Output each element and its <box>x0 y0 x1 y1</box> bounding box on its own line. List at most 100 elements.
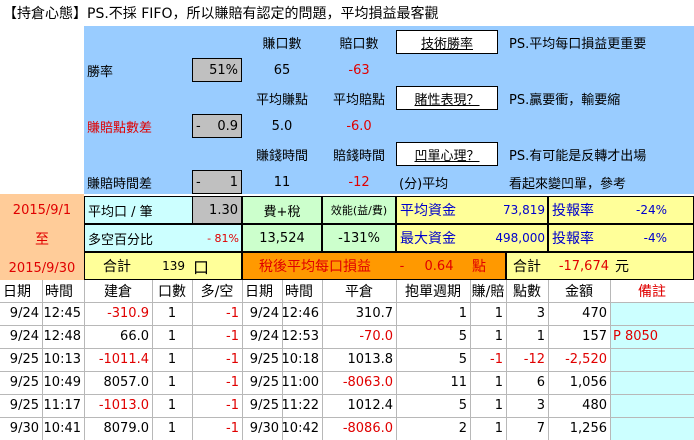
table-cell-pts: 6 <box>536 375 545 390</box>
loss-count-label: 賠口數 <box>339 36 379 52</box>
table-cell-lots: 1 <box>167 375 177 390</box>
roi-1: -24% <box>635 203 667 217</box>
table-cell-d2: 9/25 <box>249 398 279 413</box>
col-header: 時間 <box>285 284 313 300</box>
avg-win-pts: 5.0 <box>271 118 293 134</box>
table-cell-t2: 11:00 <box>282 375 319 390</box>
loss-count: -63 <box>348 62 370 78</box>
note-3: PS.有可能是反轉才出場 <box>509 148 647 164</box>
table-cell-wl: 1 <box>494 398 503 413</box>
table-cell-wl: 1 <box>494 306 503 321</box>
avg-win-pts-label: 平均賺點 <box>255 92 308 108</box>
table-cell-t2: 10:42 <box>282 421 319 436</box>
table-cell-period: 5 <box>458 398 467 413</box>
table-cell-open: -1011.4 <box>98 352 149 367</box>
table-cell-t2: 12:46 <box>282 306 319 321</box>
table-cell-note <box>610 302 694 325</box>
table-cell-d1: 9/24 <box>9 306 39 321</box>
table-cell-side: -1 <box>226 306 239 321</box>
table-cell-t2: 10:18 <box>282 352 319 367</box>
win-rate-label: 勝率 <box>87 64 114 80</box>
total-amount: -17,674 <box>558 258 609 274</box>
time-diff-value: 1 <box>213 170 242 194</box>
col-header: 口數 <box>158 284 186 300</box>
avg-capital: 73,819 <box>503 203 545 217</box>
efficiency: -131% <box>322 224 396 252</box>
after-tax-sign: - <box>399 258 405 274</box>
total-label-2: 合計 <box>513 259 541 275</box>
table-cell-t2: 12:53 <box>282 329 319 344</box>
table-cell-d1: 9/30 <box>9 421 39 436</box>
table-cell-t1: 12:45 <box>43 306 81 321</box>
table-cell-close: -8063.0 <box>342 375 393 390</box>
table-cell-period: 5 <box>458 329 467 344</box>
gamble-link[interactable]: 賭性表現？ <box>396 86 498 110</box>
table-cell-t1: 11:17 <box>43 398 81 413</box>
table-cell-lots: 1 <box>167 306 177 321</box>
table-cell-open: -1013.0 <box>98 398 149 413</box>
col-header: 平倉 <box>345 284 373 300</box>
roi-2: -4% <box>643 231 667 245</box>
table-cell-amt: 157 <box>582 329 607 344</box>
table-cell-side: -1 <box>226 352 239 367</box>
col-header: 多/空 <box>200 284 234 300</box>
pts-diff-sign: - <box>192 114 214 138</box>
efficiency-label: 效能(益/費) <box>322 196 396 224</box>
table-cell-close: 310.7 <box>355 306 393 321</box>
table-cell-side: -1 <box>226 398 239 413</box>
table-cell-note: P 8050 <box>613 329 659 344</box>
col-header: 建倉 <box>104 284 132 300</box>
col-header: 日期 <box>245 284 273 300</box>
avg-min-label: (分)平均 <box>399 176 449 192</box>
table-cell-d1: 9/25 <box>9 398 39 413</box>
table-cell-pts: -12 <box>523 352 545 367</box>
table-cell-d2: 9/30 <box>249 421 279 436</box>
table-cell-side: -1 <box>226 329 239 344</box>
table-cell-pts: 7 <box>536 421 545 436</box>
table-cell-period: 1 <box>458 306 467 321</box>
table-cell-side: -1 <box>226 375 239 390</box>
date-to: 至 <box>35 232 49 248</box>
table-cell-lots: 1 <box>167 329 177 344</box>
loss-time: -12 <box>348 174 370 190</box>
col-header: 時間 <box>45 284 73 300</box>
win-rate-value: 51% <box>192 58 242 82</box>
table-cell-note <box>610 348 694 371</box>
table-cell-t1: 10:49 <box>43 375 81 390</box>
pts-diff-label: 賺賠點數差 <box>87 120 153 136</box>
pts-unit: 點 <box>472 259 486 275</box>
max-capital: 498,000 <box>495 231 545 245</box>
col-header: 備註 <box>638 284 666 300</box>
long-short-value: - 81% <box>207 231 239 245</box>
table-cell-open: -310.9 <box>107 306 149 321</box>
table-cell-d1: 9/25 <box>9 375 39 390</box>
fee-tax-label: 費+稅 <box>242 196 322 224</box>
time-diff-sign: - <box>192 170 214 194</box>
table-cell-d2: 9/24 <box>249 306 279 321</box>
col-header: 抱單週期 <box>405 284 461 300</box>
date-end: 2015/9/30 <box>8 260 76 276</box>
col-header: 點數 <box>513 284 541 300</box>
table-cell-lots: 1 <box>167 398 177 413</box>
pts-diff-value: 0.9 <box>213 114 242 138</box>
avg-loss-pts-label: 平均賠點 <box>332 92 385 108</box>
after-tax-label: 稅後平均每口損益 <box>259 259 371 275</box>
table-cell-open: 66.0 <box>120 329 149 344</box>
table-cell-wl: 1 <box>494 421 503 436</box>
table-cell-t1: 10:13 <box>43 352 81 367</box>
table-cell-amt: 480 <box>582 398 607 413</box>
col-header: 賺/賠 <box>471 284 505 300</box>
sheet-title: 【持倉心態】PS.不採 FIFO，所以賺賠有認定的問題，平均損益最客觀 <box>3 6 439 22</box>
table-cell-period: 11 <box>450 375 467 390</box>
note-1: PS.平均每口損益更重要 <box>509 36 647 52</box>
total-lots: 139 <box>162 259 185 273</box>
loss-time-label: 賠錢時間 <box>332 148 385 164</box>
table-cell-close: 1013.8 <box>347 352 394 367</box>
tech-win-rate-link[interactable]: 技術勝率 <box>396 30 498 54</box>
table-cell-d2: 9/25 <box>249 375 279 390</box>
table-cell-period: 2 <box>458 421 467 436</box>
table-cell-d2: 9/24 <box>249 329 279 344</box>
table-cell-note <box>610 394 694 417</box>
table-cell-d2: 9/25 <box>249 352 279 367</box>
concave-link[interactable]: 凹單心理？ <box>396 142 498 166</box>
